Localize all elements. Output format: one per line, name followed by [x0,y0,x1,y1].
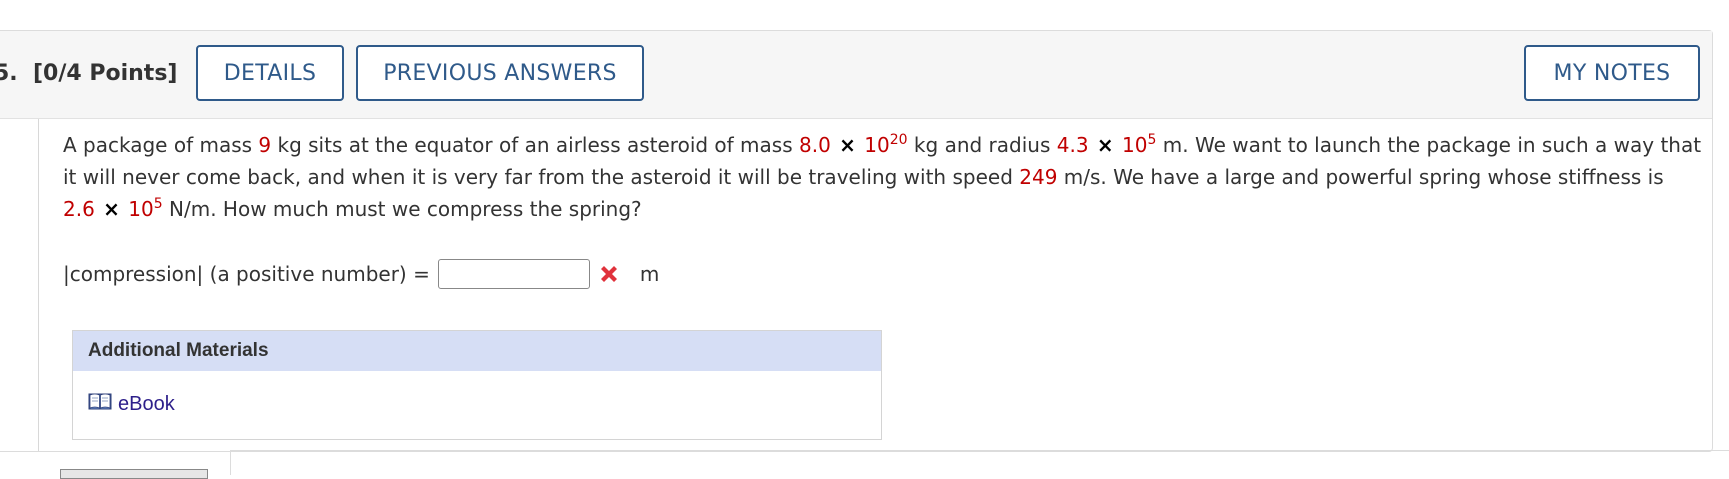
times-sign: × [103,197,120,221]
problem-text: A package of mass 9 kg sits at the equat… [63,129,1703,225]
submit-button-partial[interactable] [60,469,208,479]
problem-text-part: kg sits at the equator of an airless ast… [271,133,799,157]
problem-text-part: A package of mass [63,133,259,157]
previous-answers-button[interactable]: PREVIOUS ANSWERS [356,45,644,101]
given-radius-base: 10 [1122,133,1148,157]
question-card: 5. [0/4 Points] DETAILS PREVIOUS ANSWERS… [0,30,1713,452]
given-mass: 9 [258,133,272,157]
details-button[interactable]: DETAILS [196,45,344,101]
question-body: A package of mass 9 kg sits at the equat… [38,119,1713,451]
times-sign: × [1096,133,1114,157]
given-stiffness-base: 10 [128,197,154,221]
incorrect-x-icon [596,261,622,287]
additional-materials-header: Additional Materials [73,331,881,371]
book-icon [88,391,112,417]
compression-answer-input[interactable] [437,259,590,289]
problem-text-part: m/s. We have a large and powerful spring… [1057,165,1664,189]
additional-materials-panel: Additional Materials eBook [72,330,882,440]
question-number: 5. [0,61,18,86]
question-title: 5. [0/4 Points] [0,61,177,86]
answer-row: |compression| (a positive number) = m [63,259,659,289]
ebook-link[interactable]: eBook [88,391,175,417]
given-radius-coefficient: 4.3 [1056,133,1089,157]
question-header: 5. [0/4 Points] DETAILS PREVIOUS ANSWERS… [0,31,1712,119]
ebook-label: eBook [118,392,175,415]
given-stiffness-coefficient: 2.6 [63,197,95,221]
times-sign: × [839,133,856,157]
answer-unit: m [639,262,660,286]
problem-text-part: kg and radius [907,133,1057,157]
given-speed: 249 [1019,165,1058,189]
given-asteroid-mass-exponent: 20 [889,132,908,148]
question-points: [0/4 Points] [33,61,178,86]
given-stiffness-exponent: 5 [153,196,163,212]
next-section-edge [230,450,1729,475]
problem-text-part: N/m. How much must we compress the sprin… [162,197,642,221]
given-asteroid-mass-coefficient: 8.0 [799,133,831,157]
answer-label: |compression| (a positive number) = [63,262,430,286]
my-notes-button[interactable]: MY NOTES [1524,45,1700,101]
given-asteroid-mass-base: 10 [864,133,890,157]
